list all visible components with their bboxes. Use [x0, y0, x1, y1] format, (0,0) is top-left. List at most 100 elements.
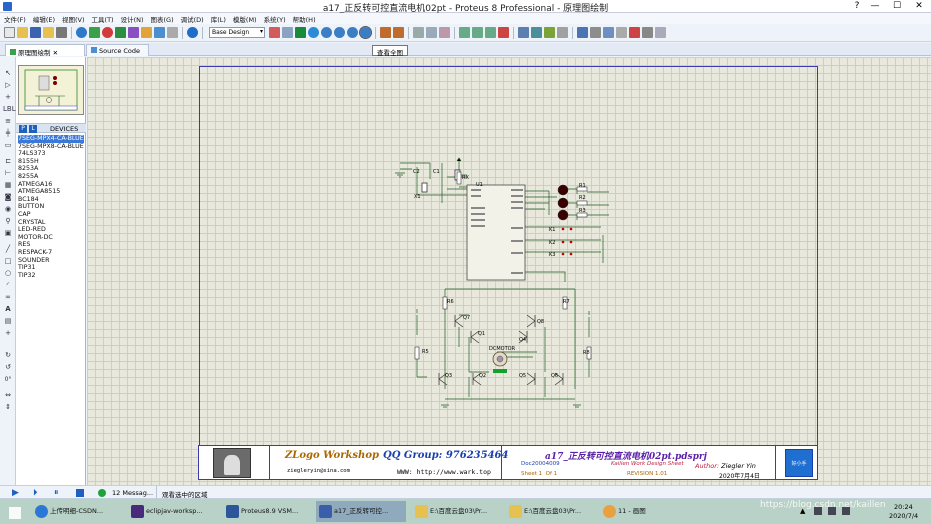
- copy-icon[interactable]: [426, 27, 437, 38]
- taskbar-item-csdn[interactable]: 上传明细-CSDN...: [32, 501, 122, 522]
- property-assign-icon[interactable]: [603, 27, 614, 38]
- undo-icon[interactable]: [380, 27, 391, 38]
- graph-icon[interactable]: ▦: [3, 181, 13, 190]
- marker-icon[interactable]: +: [3, 329, 13, 338]
- pick-device-icon[interactable]: [518, 27, 529, 38]
- step-icon[interactable]: ⏵: [33, 488, 38, 498]
- import-icon[interactable]: [43, 27, 54, 38]
- tape-recorder-icon[interactable]: ◙: [3, 193, 13, 202]
- zoom-area-icon[interactable]: [359, 26, 372, 39]
- device-item[interactable]: 8255A: [18, 173, 84, 181]
- block-delete-icon[interactable]: [498, 27, 509, 38]
- zoom-out-icon[interactable]: [334, 27, 345, 38]
- menu-file[interactable]: 文件(F): [0, 13, 29, 24]
- text-script-icon[interactable]: ≡: [3, 117, 13, 126]
- block-rotate-icon[interactable]: [485, 27, 496, 38]
- redo-icon[interactable]: [393, 27, 404, 38]
- design-explorer-icon[interactable]: [141, 27, 152, 38]
- menu-graph[interactable]: 图表(G): [147, 13, 177, 24]
- mirror-vertical-icon[interactable]: ⇕: [3, 403, 13, 412]
- rotate-cw-icon[interactable]: ↻: [3, 351, 13, 360]
- virtual-instrument-icon[interactable]: ▣: [3, 229, 13, 238]
- schematic-icon[interactable]: [89, 27, 100, 38]
- taskbar-item-eclipse[interactable]: eclipjav-worksp...: [128, 501, 218, 522]
- device-item[interactable]: RES: [18, 241, 84, 249]
- design-select[interactable]: Base Design ▾: [209, 27, 265, 38]
- taskbar-item-folder-2[interactable]: E:\百度云盘03\Pr...: [506, 501, 596, 522]
- block-move-icon[interactable]: [472, 27, 483, 38]
- menu-system[interactable]: 系统(Y): [260, 13, 289, 24]
- maximize-button[interactable]: ☐: [886, 0, 908, 13]
- new-sheet-icon[interactable]: [616, 27, 627, 38]
- menu-edit[interactable]: 编辑(E): [29, 13, 58, 24]
- clock-date[interactable]: 2020/7/4: [889, 512, 918, 520]
- paste-icon[interactable]: [439, 27, 450, 38]
- voltage-probe-icon[interactable]: ⚲: [3, 217, 13, 226]
- remove-sheet-icon[interactable]: [629, 27, 640, 38]
- open-folder-icon[interactable]: [17, 27, 28, 38]
- text-icon[interactable]: A: [3, 305, 13, 314]
- device-item[interactable]: MOTOR-DC: [18, 234, 84, 242]
- pick-devices-button[interactable]: P: [19, 125, 27, 133]
- menu-template[interactable]: 模版(M): [229, 13, 260, 24]
- menu-view[interactable]: 视图(V): [58, 13, 88, 24]
- clock-time[interactable]: 20:24: [894, 503, 913, 511]
- menu-library[interactable]: 库(L): [207, 13, 229, 24]
- tab-source-code[interactable]: Source Code ✕: [86, 44, 149, 63]
- pcb-layout-icon[interactable]: [102, 27, 113, 38]
- netlist-icon[interactable]: [655, 27, 666, 38]
- exit-to-parent-icon[interactable]: [642, 27, 653, 38]
- minimize-button[interactable]: —: [864, 0, 886, 13]
- generator-icon[interactable]: ◉: [3, 205, 13, 214]
- symbol-icon[interactable]: ▤: [3, 317, 13, 326]
- device-item[interactable]: CRYSTAL: [18, 219, 84, 227]
- path-icon[interactable]: ∞: [3, 293, 13, 302]
- taskbar-item-folder-1[interactable]: E:\百度云盘03\Pr...: [412, 501, 502, 522]
- zoom-all-icon[interactable]: [347, 27, 358, 38]
- subcircuit-icon[interactable]: ▭: [3, 141, 13, 150]
- device-item[interactable]: SOUNDER: [18, 257, 84, 265]
- terminals-icon[interactable]: ⊏: [3, 157, 13, 166]
- 3d-viewer-icon[interactable]: [115, 27, 126, 38]
- decompose-icon[interactable]: [557, 27, 568, 38]
- device-item[interactable]: RESPACK-7: [18, 249, 84, 257]
- circle-icon[interactable]: ○: [3, 269, 13, 278]
- close-project-icon[interactable]: [56, 27, 67, 38]
- search-tag-icon[interactable]: [590, 27, 601, 38]
- device-item[interactable]: TIP31: [18, 264, 84, 272]
- taskbar-item-proteus[interactable]: a17_正反转可控...: [316, 501, 406, 522]
- device-item[interactable]: ATMEGA8515: [18, 188, 84, 196]
- device-item[interactable]: BC184: [18, 196, 84, 204]
- library-manager-button[interactable]: L: [29, 125, 37, 133]
- menu-design[interactable]: 设计(N): [117, 13, 147, 24]
- rotate-ccw-icon[interactable]: ↺: [3, 363, 13, 372]
- message-count[interactable]: 12 Messag...: [112, 489, 153, 497]
- wire-autorouter-icon[interactable]: [577, 27, 588, 38]
- menu-tools[interactable]: 工具(T): [88, 13, 117, 24]
- new-file-icon[interactable]: [4, 27, 15, 38]
- device-item[interactable]: LED-RED: [18, 226, 84, 234]
- pan-icon[interactable]: [308, 27, 319, 38]
- start-button[interactable]: [0, 501, 30, 522]
- device-item[interactable]: CAP: [18, 211, 84, 219]
- device-item[interactable]: 7SEG-MPX4-CA-BLUE: [18, 135, 84, 143]
- device-item[interactable]: 74LS373: [18, 150, 84, 158]
- device-pins-icon[interactable]: ⊢: [3, 169, 13, 178]
- cut-icon[interactable]: [413, 27, 424, 38]
- stop-icon[interactable]: [76, 489, 84, 497]
- overview-preview[interactable]: [18, 65, 84, 115]
- play-icon[interactable]: ▶: [12, 488, 19, 498]
- junction-dot-icon[interactable]: +: [3, 93, 13, 102]
- close-icon[interactable]: ✕: [53, 49, 58, 57]
- origin-icon[interactable]: [295, 27, 306, 38]
- arc-icon[interactable]: ◜: [3, 281, 13, 290]
- wire-label-icon[interactable]: LBL: [3, 105, 16, 114]
- menu-help[interactable]: 帮助(H): [289, 13, 319, 24]
- home-icon[interactable]: [76, 27, 87, 38]
- packaging-icon[interactable]: [544, 27, 555, 38]
- line-icon[interactable]: ╱: [3, 245, 13, 254]
- device-item[interactable]: BUTTON: [18, 203, 84, 211]
- bom-icon[interactable]: [154, 27, 165, 38]
- taskbar-item-word[interactable]: Proteus8.9 VSM...: [223, 501, 311, 522]
- menu-debug[interactable]: 调试(D): [177, 13, 207, 24]
